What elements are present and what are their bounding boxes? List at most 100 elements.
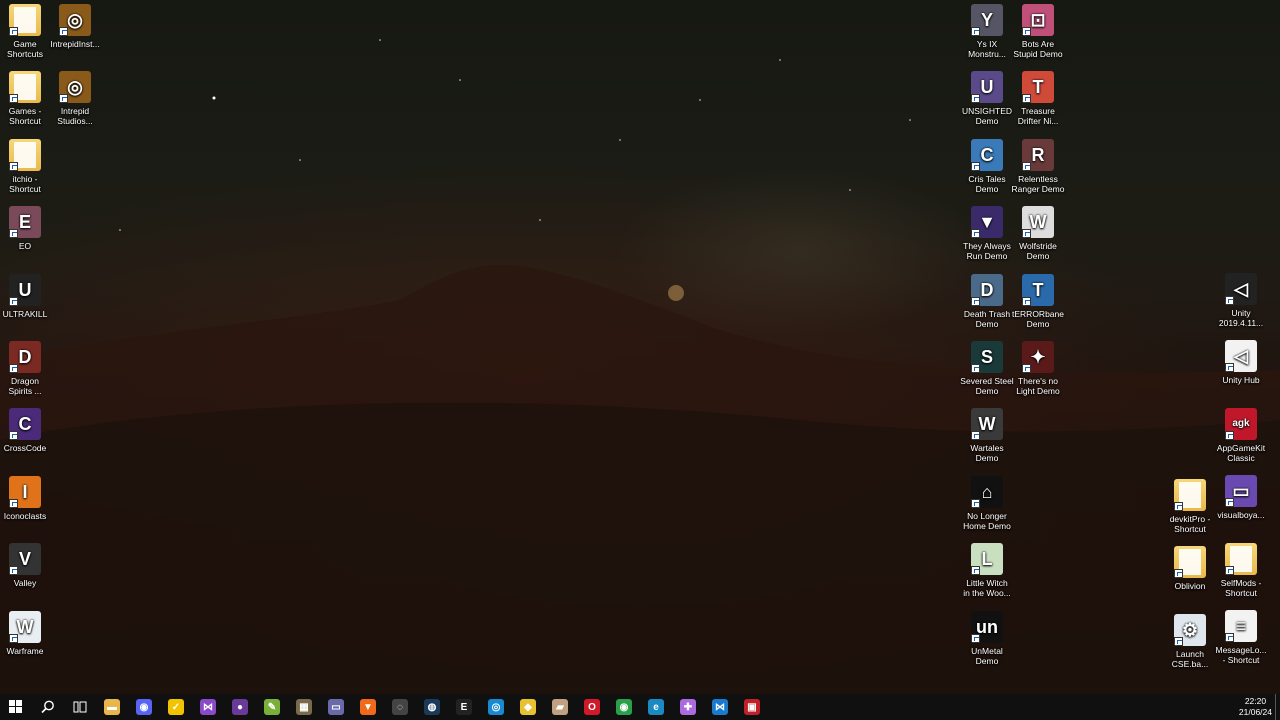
desktop-shortcut[interactable]: V Valley [0,543,53,588]
desktop-shortcut[interactable]: agk AppGameKit Classic [1213,408,1269,463]
system-clock[interactable]: 22:20 21/06/24 [1239,696,1272,718]
taskbar-app-button[interactable]: ▭ [320,694,352,720]
desktop-shortcut[interactable]: SelfMods - Shortcut [1213,543,1269,598]
taskbar-app-button[interactable]: ▣ [736,694,768,720]
taskbar-app-button[interactable]: ⋈ [192,694,224,720]
epic-games-icon: E [456,699,472,715]
desktop-shortcut[interactable]: ▼ They Always Run Demo [959,206,1015,261]
desktop-shortcut[interactable]: ▭ visualboya... [1213,475,1269,520]
taskbar-app-button[interactable]: ✚ [672,694,704,720]
desktop-shortcut[interactable]: C CrossCode [0,408,53,453]
shortcut-arrow-icon [1174,636,1183,646]
shortcut-label: Little Witch in the Woo... [963,578,1011,599]
search-button[interactable] [32,694,64,720]
shortcut-arrow-icon [1022,27,1031,36]
desktop-shortcut[interactable]: ◎ Intrepid Studios... [47,71,103,126]
desktop-shortcut[interactable]: Games - Shortcut [0,71,53,126]
death-trash-icon: D [971,273,1003,306]
desktop-shortcut[interactable]: itchio - Shortcut [0,138,53,194]
desktop-shortcut[interactable]: ◁ Unity Hub [1213,340,1269,385]
taskbar-app-button[interactable]: ◌ [384,694,416,720]
shortcut-arrow-icon [971,161,980,171]
shortcut-arrow-icon [1022,229,1031,239]
desktop-shortcut[interactable]: ⊡ Bots Are Stupid Demo [1010,4,1066,59]
desktop-shortcut[interactable]: D Death Trash Demo [959,273,1015,329]
show-desktop-button[interactable] [1275,694,1280,720]
shortcut-label: Unity 2019.4.11... [1218,308,1264,328]
folder-icon [9,71,41,104]
taskbar-app-button[interactable]: ▦ [288,694,320,720]
desktop-shortcut[interactable]: ◁ Unity 2019.4.11... [1213,273,1269,328]
desktop-shortcut[interactable]: Y Ys IX Monstru... [959,4,1015,59]
iconoclasts-icon: I [9,475,41,508]
dragon-spirits-icon: D [9,341,41,373]
shortcut-arrow-icon [971,94,980,104]
shortcut-arrow-icon [1225,566,1234,575]
taskbar-app-button[interactable]: ◎ [480,694,512,720]
task-view-icon [73,701,87,713]
relentless-ranger-icon: R [1022,138,1054,171]
taskbar-app-button[interactable]: e [640,694,672,720]
taskbar-app-button[interactable]: ▼ [352,694,384,720]
desktop-shortcut[interactable]: T Treasure Drifter Ni... [1010,71,1066,126]
shortcut-arrow-icon [9,566,18,576]
shortcut-arrow-icon [971,431,980,441]
desktop-shortcut[interactable]: U UNSIGHTED Demo [959,71,1015,126]
desktop-shortcut[interactable]: S Severed Steel Demo [959,341,1015,396]
shortcut-arrow-icon [1225,363,1234,372]
taskbar-app-button[interactable]: O [576,694,608,720]
task-view-button[interactable] [64,694,96,720]
desktop-shortcut[interactable]: devkitPro - Shortcut [1162,479,1218,534]
desktop-shortcut[interactable]: ✦ There's no Light Demo [1010,341,1066,396]
brave-icon: ▼ [360,699,376,715]
desktop-shortcut[interactable]: ◎ IntrepidInst... [47,4,103,49]
start-button[interactable] [0,694,32,720]
wallpaper-landscape [0,39,1280,694]
taskbar-app-button[interactable]: ◆ [512,694,544,720]
desktop-shortcut[interactable]: L Little Witch in the Woo... [959,543,1015,598]
taskbar-app-button[interactable]: ◉ [128,694,160,720]
folder-icon [9,138,41,171]
taskbar-app-button[interactable]: ✓ [160,694,192,720]
shortcut-label: Dragon Spirits ... [8,376,42,396]
desktop-shortcut[interactable]: E EO [0,206,53,251]
shortcut-label: SelfMods - Shortcut [1220,578,1262,598]
they-always-run-icon: ▼ [971,206,1003,239]
no-longer-home-icon: ⌂ [971,475,1003,508]
folder-icon [1174,479,1206,511]
shortcut-arrow-icon [971,364,980,373]
file-explorer-icon: ▬ [104,699,120,715]
desktop-shortcut[interactable]: ≡ MessageLo... - Shortcut [1213,610,1269,665]
desktop-shortcut[interactable]: TtERRORbane Demo [1010,273,1066,329]
taskbar-app-button[interactable]: ⋈ [704,694,736,720]
desktop-shortcut[interactable]: U ULTRAKILL [0,273,53,319]
taskbar-app-button[interactable]: ✎ [256,694,288,720]
shortcut-arrow-icon [971,296,980,306]
shortcut-arrow-icon [1022,94,1031,104]
text-file-icon: ≡ [1225,610,1257,642]
desktop-shortcut[interactable]: W Wolfstride Demo [1010,206,1066,261]
desktop-shortcut[interactable]: Game Shortcuts [0,4,53,59]
desktop-shortcut[interactable]: R Relentless Ranger Demo [1010,138,1066,194]
shortcut-label: CrossCode [3,443,47,454]
norton-icon: ✓ [168,699,184,715]
taskbar-app-button[interactable]: ◉ [608,694,640,720]
intrepid-studios-icon: ◎ [59,71,91,104]
desktop-shortcut[interactable]: W Warframe [0,610,53,656]
desktop-shortcut[interactable]: Oblivion [1162,546,1218,591]
desktop-shortcut[interactable]: C Cris Tales Demo [959,138,1015,194]
taskbar-app-button[interactable]: E [448,694,480,720]
desktop-shortcut[interactable]: ⚙ Launch CSE.ba... [1162,613,1218,669]
taskbar-app-button[interactable]: ▬ [96,694,128,720]
desktop-shortcut[interactable]: I Iconoclasts [0,475,53,521]
desktop-shortcut[interactable]: D Dragon Spirits ... [0,341,53,396]
taskbar-app-button[interactable]: ◍ [416,694,448,720]
little-witch-icon: L [971,543,1003,576]
eo-game-icon: E [9,206,41,239]
taskbar-app-button[interactable]: ● [224,694,256,720]
desktop-shortcut[interactable]: ⌂ No Longer Home Demo [959,475,1015,531]
taskbar-app-button[interactable]: ▰ [544,694,576,720]
desktop-shortcut[interactable]: un UnMetal Demo [959,610,1015,666]
desktop-shortcut[interactable]: W Wartales Demo [959,408,1015,463]
discord-icon: ◉ [136,699,152,715]
